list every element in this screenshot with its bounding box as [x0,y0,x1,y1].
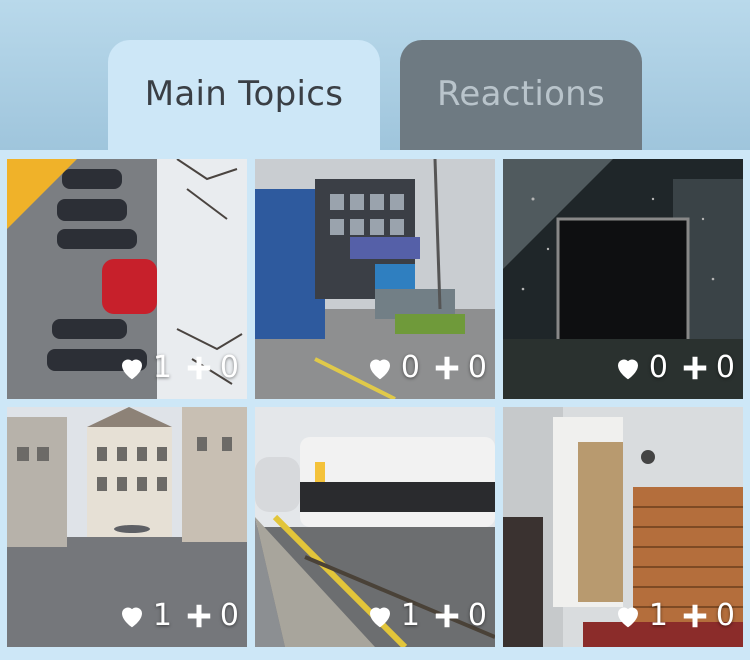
heart-icon[interactable] [365,601,395,631]
heart-icon[interactable] [613,601,643,631]
like-count: 1 [400,598,420,633]
photo-grid: 1 0 0 0 0 0 1 0 1 0 1 0 [0,150,750,660]
heart-icon[interactable] [613,353,643,383]
plus-count: 0 [715,350,735,385]
reaction-counts: 0 0 [613,350,735,385]
tab-main-topics-label: Main Topics [144,74,344,114]
like-count: 1 [152,350,172,385]
plus-icon[interactable] [680,601,710,631]
plus-icon[interactable] [432,353,462,383]
photo-tile-5[interactable]: 1 0 [255,407,495,647]
like-count: 1 [648,598,668,633]
reaction-counts: 1 0 [117,350,239,385]
plus-count: 0 [219,350,239,385]
like-count: 0 [648,350,668,385]
plus-icon[interactable] [184,353,214,383]
header-bar: Main Topics Reactions [0,0,750,152]
plus-count: 0 [219,598,239,633]
tab-reactions-label: Reactions [436,74,606,114]
plus-icon[interactable] [432,601,462,631]
heart-icon[interactable] [365,353,395,383]
reaction-counts: 1 0 [117,598,239,633]
photo-tile-3[interactable]: 0 0 [503,159,743,399]
plus-count: 0 [467,350,487,385]
photo-tile-4[interactable]: 1 0 [7,407,247,647]
plus-count: 0 [467,598,487,633]
highlight-corner [7,159,77,229]
like-count: 1 [152,598,172,633]
photo-tile-6[interactable]: 1 0 [503,407,743,647]
reaction-counts: 1 0 [613,598,735,633]
plus-count: 0 [715,598,735,633]
heart-icon[interactable] [117,601,147,631]
tab-reactions[interactable]: Reactions [400,40,642,150]
tab-main-topics[interactable]: Main Topics [108,40,380,152]
photo-tile-1[interactable]: 1 0 [7,159,247,399]
like-count: 0 [400,350,420,385]
reaction-counts: 0 0 [365,350,487,385]
photo-tile-2[interactable]: 0 0 [255,159,495,399]
heart-icon[interactable] [117,353,147,383]
plus-icon[interactable] [680,353,710,383]
plus-icon[interactable] [184,601,214,631]
reaction-counts: 1 0 [365,598,487,633]
